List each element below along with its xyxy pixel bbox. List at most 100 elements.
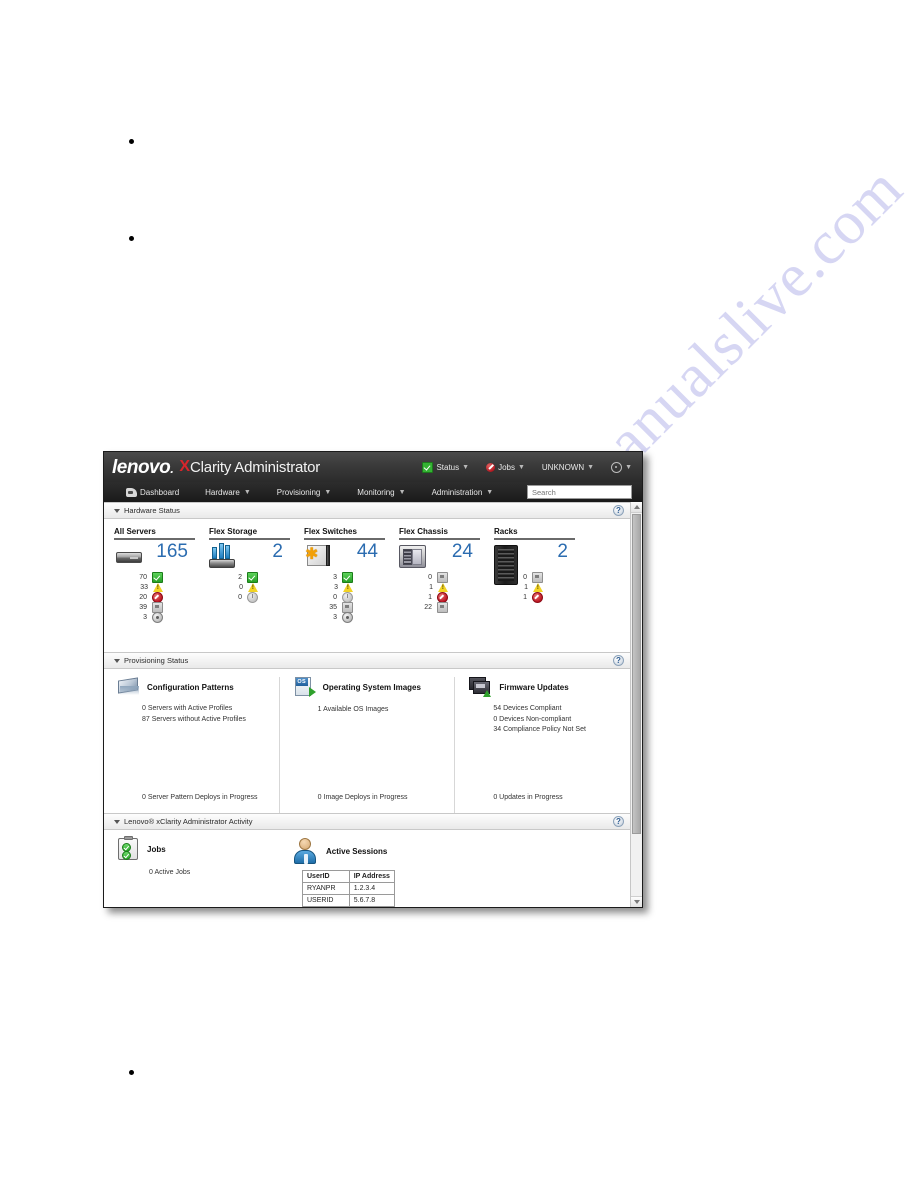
status-row[interactable]: 39 bbox=[114, 601, 209, 613]
activity-panel: Jobs 0 Active Jobs Active Sessions UserI… bbox=[104, 830, 630, 907]
column-title: Flex Chassis bbox=[399, 527, 480, 540]
chevron-down-icon: ▼ bbox=[398, 488, 406, 496]
status-count: 35 bbox=[329, 603, 337, 611]
status-offline-icon bbox=[342, 601, 353, 613]
status-ok-icon bbox=[342, 571, 353, 583]
status-row[interactable]: 1 bbox=[494, 591, 589, 603]
section-header-hardware-status[interactable]: Hardware Status ? bbox=[104, 502, 630, 519]
stat-line[interactable]: 1 Available OS Images bbox=[318, 705, 447, 716]
status-pending-icon bbox=[342, 611, 353, 623]
section-header-activity[interactable]: Lenovo® xClarity Administrator Activity … bbox=[104, 813, 630, 830]
device-count[interactable]: 2 bbox=[557, 542, 568, 561]
cell-userid: USERID bbox=[302, 894, 350, 907]
stat-footer[interactable]: 0 Updates in Progress bbox=[493, 794, 562, 801]
stat-line[interactable]: 0 Devices Non-compliant bbox=[493, 715, 622, 726]
stat-footer[interactable]: 0 Image Deploys in Progress bbox=[318, 794, 408, 801]
column-header-ip-address[interactable]: IP Address bbox=[348, 870, 395, 883]
nav-item-administration[interactable]: Administration ▼ bbox=[432, 488, 494, 497]
provisioning-column-os-images: OS Operating System Images 1 Available O… bbox=[278, 677, 455, 813]
status-count: 1 bbox=[429, 583, 433, 591]
help-icon[interactable]: ? bbox=[613, 816, 624, 827]
nav-item-monitoring[interactable]: Monitoring ▼ bbox=[357, 488, 405, 497]
column-title: Jobs bbox=[147, 844, 166, 854]
scroll-up-button[interactable] bbox=[631, 502, 642, 513]
column-title: Active Sessions bbox=[326, 846, 388, 856]
os-images-icon: OS bbox=[294, 677, 316, 698]
status-rows: 2 0 0 bbox=[209, 571, 304, 603]
status-row[interactable]: 0 bbox=[399, 571, 494, 583]
status-row[interactable]: 3 bbox=[304, 571, 399, 583]
active-jobs-line[interactable]: 0 Active Jobs bbox=[118, 869, 293, 876]
stat-line[interactable]: 34 Compliance Policy Not Set bbox=[493, 725, 622, 736]
nav-label: Administration bbox=[431, 487, 483, 497]
server-icon bbox=[116, 552, 142, 563]
storage-icon bbox=[209, 543, 237, 569]
document-bullet bbox=[129, 236, 134, 241]
status-count: 0 bbox=[333, 593, 337, 601]
status-row[interactable]: 3 bbox=[114, 611, 209, 623]
user-menu[interactable]: UNKNOWN ▼ bbox=[542, 463, 594, 472]
status-rows: 0 1 1 22 bbox=[399, 571, 494, 613]
scroll-down-button[interactable] bbox=[631, 896, 642, 907]
table-row[interactable]: RYANPR 1.2.3.4 bbox=[302, 882, 395, 895]
status-row[interactable]: 20 bbox=[114, 591, 209, 603]
status-row[interactable]: 1 bbox=[399, 591, 494, 603]
cell-ip: 1.2.3.6 bbox=[348, 906, 395, 907]
device-count[interactable]: 44 bbox=[357, 542, 378, 561]
status-menu-label: Status bbox=[436, 462, 460, 472]
status-row[interactable]: 3 bbox=[304, 582, 399, 592]
device-count[interactable]: 165 bbox=[156, 542, 188, 561]
nav-item-hardware[interactable]: Hardware ▼ bbox=[205, 488, 251, 497]
chevron-down-icon: ▼ bbox=[486, 488, 494, 496]
vertical-scrollbar[interactable] bbox=[630, 502, 642, 907]
status-row[interactable]: 0 bbox=[209, 591, 304, 603]
help-icon[interactable]: ? bbox=[613, 655, 624, 666]
chevron-down-icon: ▼ bbox=[462, 463, 470, 471]
status-row[interactable]: 3 bbox=[304, 611, 399, 623]
chevron-up-icon bbox=[633, 505, 640, 509]
help-icon[interactable]: ? bbox=[613, 505, 624, 516]
nav-item-dashboard[interactable]: Dashboard bbox=[126, 487, 179, 497]
status-row[interactable]: 35 bbox=[304, 601, 399, 613]
help-menu[interactable]: ▼ bbox=[611, 461, 632, 473]
status-count: 0 bbox=[239, 583, 243, 591]
column-header-userid[interactable]: UserID bbox=[302, 870, 350, 883]
status-row[interactable]: 0 bbox=[304, 591, 399, 603]
chevron-down-icon: ▼ bbox=[625, 463, 632, 471]
column-title: All Servers bbox=[114, 527, 195, 540]
table-row[interactable]: USERID 5.6.7.8 bbox=[302, 894, 395, 907]
stat-line[interactable]: 54 Devices Compliant bbox=[493, 704, 622, 715]
section-header-provisioning-status[interactable]: Provisioning Status ? bbox=[104, 652, 630, 669]
status-row[interactable]: 1 bbox=[399, 582, 494, 592]
status-offline-icon bbox=[437, 601, 448, 613]
status-row[interactable]: 0 bbox=[209, 582, 304, 592]
cell-userid: RYANPR bbox=[302, 882, 350, 895]
nav-item-provisioning[interactable]: Provisioning ▼ bbox=[277, 488, 332, 497]
status-row[interactable]: 22 bbox=[399, 601, 494, 613]
brand-header: lenovo. X Clarity Administrator Status ▼… bbox=[104, 452, 642, 482]
device-count[interactable]: 2 bbox=[272, 542, 283, 561]
cell-userid: XHMCROXI bbox=[302, 906, 350, 907]
hardware-column-racks: Racks 2 0 1 1 bbox=[494, 527, 589, 646]
cell-ip: 1.2.3.4 bbox=[348, 882, 395, 895]
chassis-icon bbox=[399, 545, 426, 568]
column-title: Flex Switches bbox=[304, 527, 385, 540]
jobs-menu[interactable]: Jobs ▼ bbox=[486, 462, 525, 472]
status-row[interactable]: 2 bbox=[209, 571, 304, 583]
active-sessions-table: UserID IP Address RYANPR 1.2.3.4 USERID bbox=[302, 870, 395, 907]
search-input[interactable] bbox=[527, 485, 632, 499]
device-count[interactable]: 24 bbox=[452, 542, 473, 561]
scrollbar-thumb[interactable] bbox=[632, 514, 641, 834]
stat-line[interactable]: 87 Servers without Active Profiles bbox=[142, 715, 271, 726]
stat-footer[interactable]: 0 Server Pattern Deploys in Progress bbox=[142, 794, 258, 801]
status-row[interactable]: 33 bbox=[114, 582, 209, 592]
status-menu[interactable]: Status ▼ bbox=[422, 461, 470, 473]
stat-line[interactable]: 0 Servers with Active Profiles bbox=[142, 704, 271, 715]
status-row[interactable]: 70 bbox=[114, 571, 209, 583]
nav-label: Provisioning bbox=[276, 487, 321, 497]
status-count: 20 bbox=[139, 593, 147, 601]
column-title: Configuration Patterns bbox=[147, 682, 234, 692]
rack-icon bbox=[494, 545, 518, 585]
table-row[interactable]: XHMCROXI 1.2.3.6 bbox=[302, 906, 395, 907]
header-actions: Status ▼ Jobs ▼ UNKNOWN ▼ ▼ bbox=[422, 461, 636, 473]
